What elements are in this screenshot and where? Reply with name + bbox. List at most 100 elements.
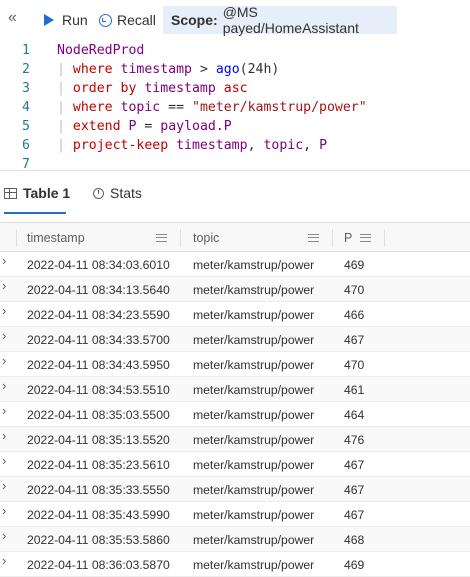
table-cell: 2022-04-11 08:35:53.5860: [27, 533, 170, 547]
table-cell: meter/kamstrup/power: [193, 358, 315, 372]
tab-table-1[interactable]: Table 1: [4, 185, 70, 201]
table-cell: 2022-04-11 08:35:33.5550: [27, 483, 170, 497]
table-row[interactable]: › 2022-04-11 08:35:03.5500 meter/kamstrup/…: [0, 402, 470, 427]
code-text: | where topic == "meter/kamstrup/power": [57, 98, 367, 117]
code-token: P: [319, 138, 328, 153]
code-token: |: [57, 138, 73, 153]
column-menu-icon[interactable]: [308, 234, 319, 242]
column-menu-icon[interactable]: [360, 234, 371, 242]
table-cell: meter/kamstrup/power: [193, 383, 315, 397]
table-cell: 469: [344, 258, 365, 272]
expand-row-icon[interactable]: ›: [2, 328, 6, 343]
column-header-topic[interactable]: topic: [193, 223, 219, 253]
table-cell: 2022-04-11 08:35:43.5990: [27, 508, 170, 522]
query-toolbar: « Run Recall Scope: @MS payed/HomeAssist…: [0, 0, 470, 40]
expand-row-icon[interactable]: ›: [2, 278, 6, 293]
table-row[interactable]: › 2022-04-11 08:34:13.5640 meter/kamstrup/…: [0, 277, 470, 302]
code-token: |: [57, 81, 73, 96]
table-row[interactable]: › 2022-04-11 08:34:23.5590 meter/kamstrup/…: [0, 302, 470, 327]
table-cell: meter/kamstrup/power: [193, 333, 315, 347]
column-menu-icon[interactable]: [156, 234, 167, 242]
table-cell: 468: [344, 533, 365, 547]
code-token: ==: [160, 100, 192, 115]
code-token: >: [192, 62, 216, 77]
table-row[interactable]: › 2022-04-11 08:35:13.5520 meter/kamstrup/…: [0, 427, 470, 452]
recall-button[interactable]: Recall: [99, 10, 156, 30]
table-cell: meter/kamstrup/power: [193, 508, 315, 522]
code-token: by: [120, 81, 145, 96]
expand-row-icon[interactable]: ›: [2, 453, 6, 468]
expand-row-icon[interactable]: ›: [2, 528, 6, 543]
expand-row-icon[interactable]: ›: [2, 353, 6, 368]
column-separator[interactable]: [180, 229, 181, 247]
expand-row-icon[interactable]: ›: [2, 428, 6, 443]
code-token: timestamp: [120, 62, 192, 77]
table-cell: 461: [344, 383, 365, 397]
table-cell: 467: [344, 508, 365, 522]
expand-row-icon[interactable]: ›: [2, 303, 6, 318]
expand-row-icon[interactable]: ›: [2, 378, 6, 393]
table-cell: 2022-04-11 08:35:13.5520: [27, 433, 170, 447]
table-cell: 2022-04-11 08:34:53.5510: [27, 383, 170, 397]
code-token: topic: [263, 138, 304, 153]
run-button[interactable]: Run: [42, 10, 88, 30]
line-number: 2: [22, 62, 30, 77]
line-number: 4: [22, 100, 30, 115]
table-row[interactable]: › 2022-04-11 08:35:23.5610 meter/kamstrup/…: [0, 452, 470, 477]
table-cell: 2022-04-11 08:35:23.5610: [27, 458, 170, 472]
column-header-p[interactable]: P: [344, 223, 352, 253]
scope-selector[interactable]: Scope: @MS payed/HomeAssistant: [163, 4, 397, 36]
column-separator[interactable]: [332, 229, 333, 247]
table-cell: 2022-04-11 08:35:03.5500: [27, 408, 170, 422]
expand-row-icon[interactable]: ›: [2, 253, 6, 268]
column-separator: [16, 229, 17, 247]
tab-stats-label: Stats: [110, 185, 142, 201]
query-editor[interactable]: 1 NodeRedProd 2 | where timestamp > ago(24h…: [0, 41, 470, 172]
table-cell: meter/kamstrup/power: [193, 258, 315, 272]
table-cell: 2022-04-11 08:34:03.6010: [27, 258, 170, 272]
line-number: 6: [22, 138, 30, 153]
code-text: | where timestamp > ago(24h): [57, 60, 279, 79]
code-token: project-keep: [72, 138, 177, 153]
table-cell: meter/kamstrup/power: [193, 458, 315, 472]
column-header-timestamp[interactable]: timestamp: [27, 223, 85, 253]
table-cell: 470: [344, 358, 365, 372]
table-cell: 469: [344, 558, 365, 572]
expand-row-icon[interactable]: ›: [2, 553, 6, 568]
expand-row-icon[interactable]: ›: [2, 478, 6, 493]
column-separator[interactable]: [384, 229, 385, 247]
table-row[interactable]: › 2022-04-11 08:34:43.5950 meter/kamstrup/…: [0, 352, 470, 377]
table-cell: 470: [344, 283, 365, 297]
table-icon: [4, 187, 17, 199]
table-cell: meter/kamstrup/power: [193, 433, 315, 447]
code-token: extend: [72, 119, 129, 134]
collapse-panel-icon[interactable]: «: [8, 9, 17, 27]
expand-row-icon[interactable]: ›: [2, 403, 6, 418]
line-number: 5: [22, 119, 30, 134]
code-token: timestamp: [176, 138, 248, 153]
expand-row-icon[interactable]: ›: [2, 503, 6, 518]
code-token: ago: [215, 62, 240, 77]
code-token: |: [57, 100, 73, 115]
code-token: topic: [120, 100, 161, 115]
code-token: where: [72, 62, 121, 77]
table-row[interactable]: › 2022-04-11 08:34:53.5510 meter/kamstrup/…: [0, 377, 470, 402]
table-cell: 467: [344, 483, 365, 497]
code-text: | extend P = payload.P: [57, 117, 232, 136]
code-token: payload: [160, 119, 216, 134]
table-row[interactable]: › 2022-04-11 08:35:53.5860 meter/kamstrup/…: [0, 527, 470, 552]
table-cell: 467: [344, 458, 365, 472]
stats-icon: [93, 187, 104, 199]
history-icon: [99, 13, 112, 27]
code-token: timestamp: [144, 81, 224, 96]
table-row[interactable]: › 2022-04-11 08:36:03.5870 meter/kamstrup/…: [0, 552, 470, 577]
table-cell: meter/kamstrup/power: [193, 558, 315, 572]
code-token: =: [136, 119, 161, 134]
table-row[interactable]: › 2022-04-11 08:34:03.6010 meter/kamstrup/…: [0, 252, 470, 277]
table-row[interactable]: › 2022-04-11 08:35:33.5550 meter/kamstrup/…: [0, 477, 470, 502]
tab-stats[interactable]: Stats: [93, 185, 142, 201]
table-row[interactable]: › 2022-04-11 08:34:33.5700 meter/kamstrup/…: [0, 327, 470, 352]
table-row[interactable]: › 2022-04-11 08:35:43.5990 meter/kamstrup/…: [0, 502, 470, 527]
scope-label: Scope:: [171, 12, 218, 28]
table-cell: meter/kamstrup/power: [193, 283, 315, 297]
